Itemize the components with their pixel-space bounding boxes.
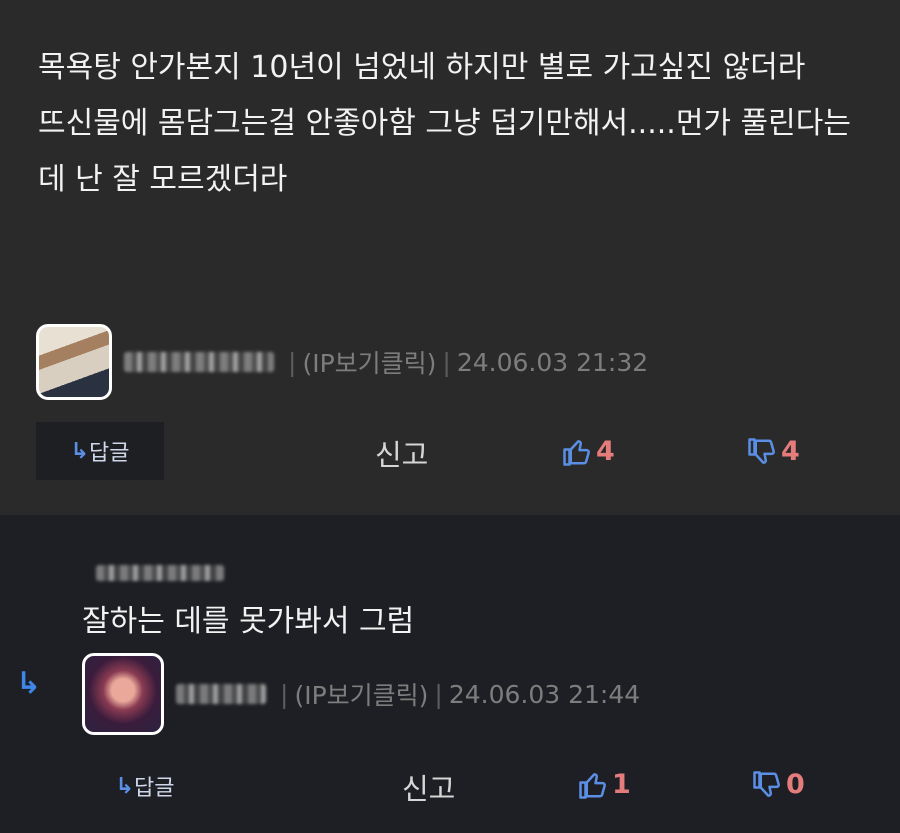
upvote-button[interactable]: 1 — [578, 769, 631, 800]
thumbs-down-icon — [753, 770, 780, 797]
blurred-username[interactable] — [124, 352, 274, 372]
thumbs-down-icon — [748, 437, 775, 464]
upvote-button[interactable]: 4 — [562, 436, 615, 467]
reply-label: 답글 — [88, 441, 130, 466]
comment-actions: ↳ 답글 신고 1 0 — [0, 760, 900, 820]
comment-paragraph: 목욕탕 안가본지 10년이 넘었네 하지만 별로 가고싶진 않더라 — [38, 50, 806, 85]
reply-button[interactable]: ↳ 답글 — [110, 768, 180, 804]
reply-label: 답글 — [133, 776, 175, 801]
thumbs-up-icon — [563, 439, 590, 466]
blurred-mention[interactable] — [96, 565, 224, 581]
upvote-count: 1 — [612, 769, 631, 800]
downvote-button[interactable]: 0 — [752, 769, 805, 800]
comment-paragraph: 뜨신물에 몸담그는걸 안좋아함 그냥 덥기만해서.....먼가 풀린다는데 난 … — [38, 106, 851, 197]
comment-body: 잘하는 데를 못가봐서 그럼 — [82, 604, 415, 639]
reply-comment: 잘하는 데를 못가봐서 그럼 ↳ | (IP보기클릭) | 24.06.03 2… — [0, 515, 900, 833]
avatar[interactable] — [36, 324, 112, 400]
comment: 목욕탕 안가본지 10년이 넘었네 하지만 별로 가고싶진 않더라 뜨신물에 몸… — [0, 0, 900, 515]
ip-view-link[interactable]: (IP보기클릭) — [294, 676, 428, 712]
comment-meta: | (IP보기클릭) | 24.06.03 21:44 — [82, 653, 640, 735]
report-button[interactable]: 신고 — [402, 766, 455, 808]
comment-body: 목욕탕 안가본지 10년이 넘었네 하지만 별로 가고싶진 않더라 뜨신물에 몸… — [38, 40, 878, 208]
downvote-count: 4 — [781, 436, 800, 467]
reply-indicator-icon: ↳ — [16, 666, 42, 701]
ip-view-link[interactable]: (IP보기클릭) — [302, 344, 436, 380]
reply-arrow-icon: ↳ — [70, 438, 89, 464]
reply-button[interactable]: ↳ 답글 — [36, 422, 164, 480]
comment-meta: | (IP보기클릭) | 24.06.03 21:32 — [36, 324, 648, 400]
downvote-count: 0 — [786, 769, 805, 800]
thumbs-up-icon — [579, 772, 606, 799]
timestamp: 24.06.03 21:32 — [456, 347, 649, 377]
downvote-button[interactable]: 4 — [747, 436, 800, 467]
comment-actions: ↳ 답글 신고 4 4 — [0, 422, 900, 482]
avatar[interactable] — [82, 653, 164, 735]
report-button[interactable]: 신고 — [375, 432, 428, 474]
timestamp: 24.06.03 21:44 — [448, 679, 641, 709]
reply-arrow-icon: ↳ — [115, 773, 134, 799]
upvote-count: 4 — [596, 436, 615, 467]
blurred-username[interactable] — [176, 684, 266, 704]
